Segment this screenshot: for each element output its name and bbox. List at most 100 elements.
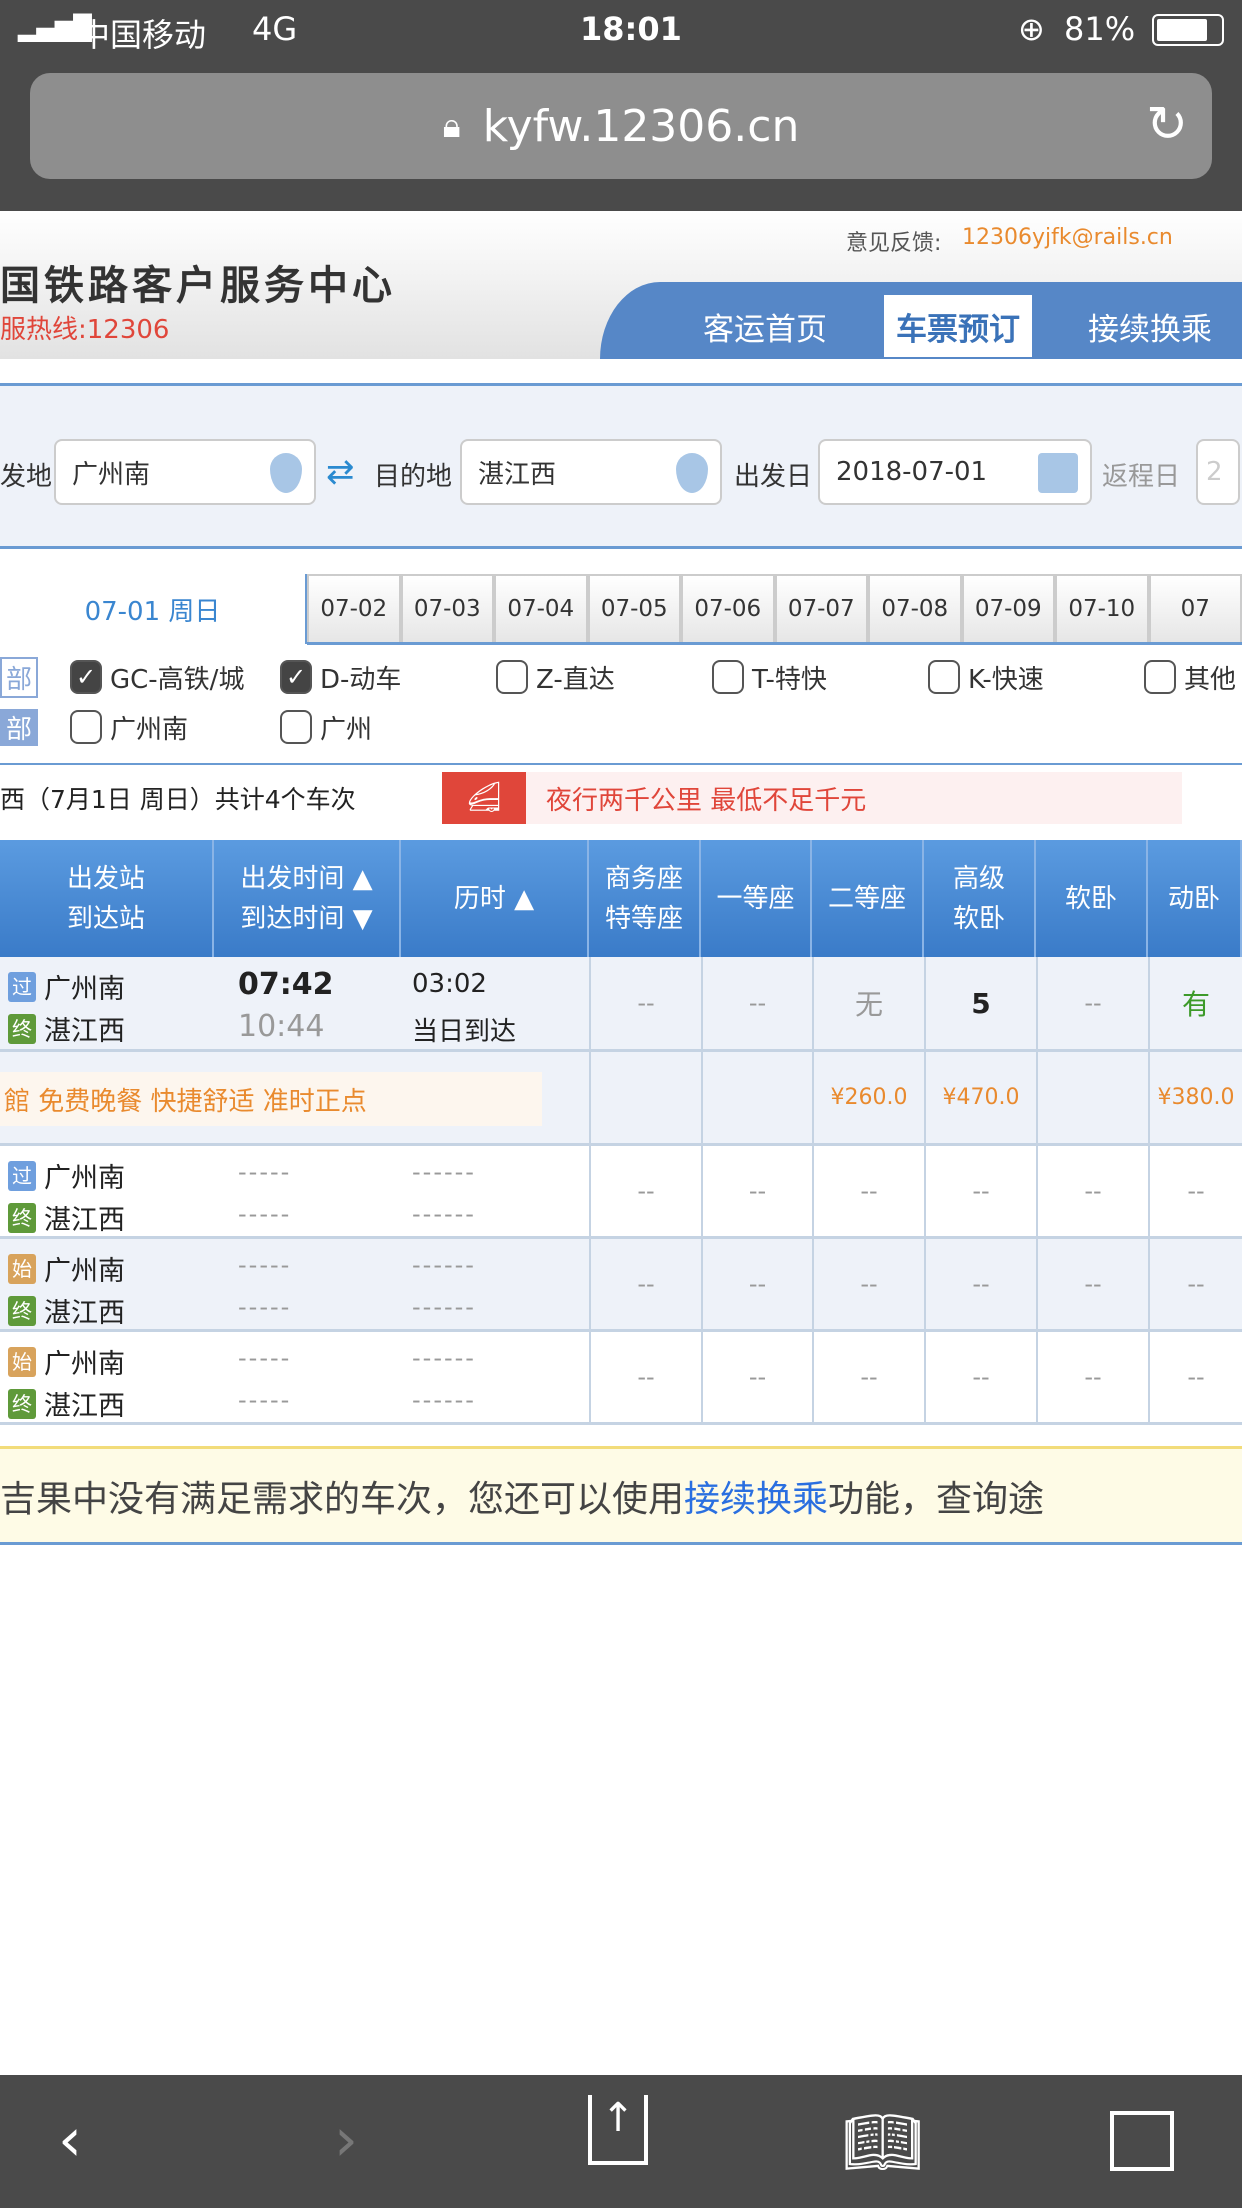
to-input[interactable]: 湛江西 (460, 439, 722, 505)
nav-ticket-booking[interactable]: 车票预订 (884, 295, 1032, 357)
seat-availability[interactable]: -- (1036, 1146, 1148, 1236)
train-logo-icon: 🚄︎ (442, 772, 526, 824)
seat-availability[interactable]: -- (589, 1239, 701, 1329)
reload-icon[interactable]: ↻ (1146, 95, 1188, 153)
checkbox-checked-icon[interactable]: ✓ (70, 660, 102, 694)
date-tab[interactable]: 07-02 (307, 574, 401, 644)
seat-availability[interactable]: -- (1148, 1332, 1242, 1422)
column-header[interactable]: 出发时间 ▲ 到达时间 ▼ (214, 840, 401, 957)
date-tab[interactable]: 07-09 (961, 574, 1055, 644)
train-type-filter[interactable]: Z-直达 (496, 657, 615, 697)
share-icon[interactable]: ↑ (588, 2095, 648, 2165)
station-name: 湛江西 (44, 1016, 125, 1047)
filter-label: 广州南 (110, 714, 189, 745)
tabs-icon[interactable] (1110, 2111, 1174, 2171)
filter-label: Z-直达 (536, 664, 615, 695)
from-input[interactable]: 广州南 (54, 439, 316, 505)
checkbox-icon[interactable] (280, 710, 312, 744)
seat-availability[interactable]: -- (1148, 1146, 1242, 1236)
seat-availability[interactable]: -- (1036, 1239, 1148, 1329)
transfer-link[interactable]: 接续换乘 (684, 1470, 828, 1522)
seat-availability[interactable]: -- (924, 1332, 1036, 1422)
seat-availability[interactable]: -- (924, 1146, 1036, 1236)
header-label: 商务座 (604, 863, 683, 894)
column-header: 一等座 (701, 840, 812, 957)
train-row[interactable]: 过广州南终湛江西 ----- ----- ------ ------ -- -- -- -- --… (0, 1146, 1242, 1239)
back-icon[interactable]: ‹ (58, 2105, 82, 2175)
type-all-button[interactable]: 部 (0, 656, 39, 698)
date-input[interactable]: 2018-07-01 (818, 439, 1092, 505)
date-tab[interactable]: 07-03 (400, 574, 494, 644)
station-all-button[interactable]: 部 (0, 708, 39, 746)
seat-availability[interactable]: -- (589, 1146, 701, 1236)
to-station: 终湛江西 (8, 1291, 125, 1330)
checkbox-icon[interactable] (1144, 660, 1176, 694)
url-field[interactable]: 🔒︎ kyfw.12306.cn ↻ (30, 73, 1212, 179)
seat-availability[interactable]: -- (812, 1146, 924, 1236)
calendar-icon[interactable] (1038, 453, 1078, 493)
seat-availability[interactable]: -- (701, 1332, 812, 1422)
forward-icon[interactable]: › (334, 2105, 358, 2175)
train-row[interactable]: 过广州南终湛江西 07:42 10:44 03:02 当日到达 -- -- 无 5 -- 有 (0, 957, 1242, 1052)
station-badge: 终 (8, 1202, 36, 1233)
date-value: 2018-07-01 (836, 457, 988, 487)
swap-icon[interactable]: ⇄ (326, 452, 355, 492)
station-name: 湛江西 (44, 1298, 125, 1329)
seat-availability[interactable]: -- (1036, 1332, 1148, 1422)
promo-text: 館 免费晚餐 快捷舒适 准时正点 (0, 1072, 542, 1126)
date-tab[interactable]: 07-10 (1055, 574, 1149, 644)
duration: 03:02 (412, 969, 487, 999)
seat-availability[interactable]: -- (812, 1332, 924, 1422)
seat-availability[interactable]: 5 (924, 957, 1036, 1049)
seat-availability[interactable]: -- (589, 957, 701, 1049)
feedback-email[interactable]: 12306yjfk@rails.cn (962, 225, 1173, 250)
date-tab[interactable]: 07-05 (587, 574, 681, 644)
train-row[interactable]: 始广州南终湛江西 ----- ----- ------ ------ -- -- -- -- --… (0, 1239, 1242, 1332)
train-type-filter[interactable]: ✓ D-动车 (280, 657, 401, 697)
seat-availability[interactable]: -- (812, 1239, 924, 1329)
date-tab-active[interactable]: 07-01 周日 (0, 574, 307, 644)
seat-price (589, 1052, 701, 1143)
date-tab[interactable]: 07-06 (681, 574, 775, 644)
seat-availability[interactable]: -- (701, 1146, 812, 1236)
station-filter[interactable]: 广州 (280, 707, 372, 747)
date-label: 出发日 (734, 462, 813, 492)
seat-availability[interactable]: -- (589, 1332, 701, 1422)
station-filter[interactable]: 广州南 (70, 707, 188, 747)
seat-availability[interactable]: -- (701, 957, 812, 1049)
seat-availability[interactable]: -- (1036, 957, 1148, 1049)
ad-banner[interactable]: 🚄︎ 夜行两千公里 最低不足千元 (442, 772, 1182, 824)
bookmarks-icon[interactable]: 📖︎ (842, 2105, 923, 2180)
checkbox-icon[interactable] (928, 660, 960, 694)
date-tab[interactable]: 07-04 (494, 574, 588, 644)
column-header[interactable]: 历时 ▲ (401, 840, 589, 957)
nav-transfer[interactable]: 接续换乘 (1070, 295, 1230, 357)
station-name: 湛江西 (44, 1391, 125, 1422)
seat-availability[interactable]: 无 (812, 957, 924, 1049)
nav-home[interactable]: 客运首页 (690, 295, 840, 357)
feedback-label: 意见反馈: (846, 231, 942, 256)
train-type-filter[interactable]: T-特快 (712, 657, 827, 697)
checkbox-icon[interactable] (496, 660, 528, 694)
seat-availability[interactable]: -- (701, 1239, 812, 1329)
header-label: 二等座 (827, 883, 906, 914)
site-title: 国铁路客户服务中心 (0, 263, 396, 309)
date-tab[interactable]: 07-08 (868, 574, 962, 644)
header-label: 软卧 (1064, 883, 1117, 914)
train-type-filter[interactable]: K-快速 (928, 657, 1044, 697)
seat-availability[interactable]: 有 (1148, 957, 1242, 1049)
clock: 18:01 (580, 10, 682, 48)
seat-availability[interactable]: -- (924, 1239, 1036, 1329)
return-date-input[interactable]: 2 (1196, 439, 1240, 505)
train-type-filter[interactable]: 其他 (1144, 657, 1236, 697)
seat-availability[interactable]: -- (1148, 1239, 1242, 1329)
date-tab[interactable]: 07 (1148, 574, 1242, 644)
checkbox-icon[interactable] (70, 710, 102, 744)
checkbox-checked-icon[interactable]: ✓ (280, 660, 312, 694)
checkbox-icon[interactable] (712, 660, 744, 694)
column-header[interactable]: 出发站 到达站 (0, 840, 214, 957)
train-type-filter[interactable]: ✓ GC-高铁/城 (70, 657, 244, 697)
date-tab[interactable]: 07-07 (774, 574, 868, 644)
filter-label: 广州 (320, 714, 373, 745)
train-row[interactable]: 始广州南终湛江西 ----- ----- ------ ------ -- -- -- -- --… (0, 1332, 1242, 1425)
